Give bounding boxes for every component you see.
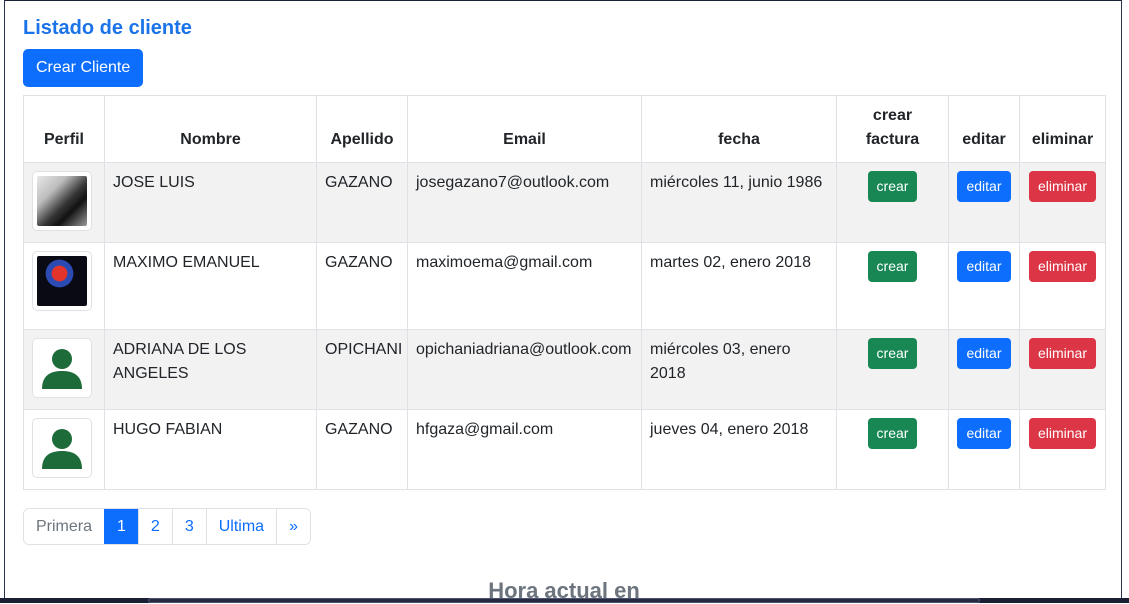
pagination-page-2[interactable]: 2 <box>137 509 172 544</box>
pagination-last[interactable]: Ultima <box>205 509 277 544</box>
avatar[interactable] <box>32 338 92 398</box>
delete-button[interactable]: eliminar <box>1028 251 1096 282</box>
pagination: Primera 1 2 3 Ultima » <box>23 508 311 545</box>
taskbar-pill <box>148 598 980 603</box>
avatar[interactable] <box>32 251 92 311</box>
cell-nombre: HUGO FABIAN <box>104 409 317 490</box>
cell-crear-factura: crear <box>836 409 949 490</box>
cell-nombre: ADRIANA DE LOS ANGELES <box>104 329 317 410</box>
cell-editar: editar <box>948 242 1020 330</box>
user-icon <box>37 423 87 473</box>
cell-nombre: MAXIMO EMANUEL <box>104 242 317 330</box>
create-invoice-button[interactable]: crear <box>867 418 918 449</box>
cell-nombre: JOSE LUIS <box>104 162 317 243</box>
cell-email: hfgaza@gmail.com <box>407 409 642 490</box>
avatar[interactable] <box>32 418 92 478</box>
header-nombre: Nombre <box>104 95 317 163</box>
table-row: JOSE LUIS GAZANO josegazano7@outlook.com mi… <box>23 162 1106 243</box>
cell-crear-factura: crear <box>836 162 949 243</box>
create-invoice-button[interactable]: crear <box>867 171 918 202</box>
profile-photo <box>37 256 87 306</box>
table-row: HUGO FABIAN GAZANO hfgaza@gmail.com jueves … <box>23 409 1106 490</box>
taskbar-strip <box>0 598 1129 603</box>
header-perfil: Perfil <box>23 95 105 163</box>
delete-button[interactable]: eliminar <box>1028 418 1096 449</box>
user-icon <box>37 343 87 393</box>
delete-button[interactable]: eliminar <box>1028 338 1096 369</box>
pagination-first[interactable]: Primera <box>24 509 105 544</box>
cell-email: josegazano7@outlook.com <box>407 162 642 243</box>
clients-table: Perfil Nombre Apellido Email fecha crear… <box>23 95 1106 490</box>
create-invoice-button[interactable]: crear <box>867 251 918 282</box>
table-row: ADRIANA DE LOS ANGELES OPICHANI opichaniad… <box>23 329 1106 410</box>
cell-fecha: miércoles 03, enero 2018 <box>641 329 837 410</box>
cell-editar: editar <box>948 409 1020 490</box>
create-client-button[interactable]: Crear Cliente <box>23 49 144 87</box>
edit-button[interactable]: editar <box>957 338 1011 369</box>
pagination-page-1[interactable]: 1 <box>104 509 138 544</box>
cell-apellido: GAZANO <box>316 409 408 490</box>
header-fecha: fecha <box>641 95 837 163</box>
edit-button[interactable]: editar <box>957 418 1011 449</box>
cell-fecha: martes 02, enero 2018 <box>641 242 837 330</box>
header-eliminar: eliminar <box>1019 95 1106 163</box>
header-crear-factura: crear factura <box>836 95 949 163</box>
cell-apellido: OPICHANI <box>316 329 408 410</box>
cell-perfil <box>23 329 105 410</box>
cell-eliminar: eliminar <box>1019 409 1106 490</box>
header-editar: editar <box>948 95 1020 163</box>
cell-perfil <box>23 409 105 490</box>
edit-button[interactable]: editar <box>957 171 1011 202</box>
create-invoice-button[interactable]: crear <box>867 338 918 369</box>
profile-photo <box>37 176 87 226</box>
cell-crear-factura: crear <box>836 329 949 410</box>
cell-eliminar: eliminar <box>1019 162 1106 243</box>
cell-perfil <box>23 162 105 243</box>
pagination-page-3[interactable]: 3 <box>171 509 206 544</box>
pagination-next[interactable]: » <box>276 509 310 544</box>
cell-perfil <box>23 242 105 330</box>
header-apellido: Apellido <box>316 95 408 163</box>
delete-button[interactable]: eliminar <box>1028 171 1096 202</box>
edit-button[interactable]: editar <box>957 251 1011 282</box>
table-row: MAXIMO EMANUEL GAZANO maximoema@gmail.com m… <box>23 242 1106 330</box>
cell-email: maximoema@gmail.com <box>407 242 642 330</box>
table-header-row: Perfil Nombre Apellido Email fecha crear… <box>23 95 1106 163</box>
avatar[interactable] <box>32 171 92 231</box>
header-email: Email <box>407 95 642 163</box>
cell-email: opichaniadriana@outlook.com <box>407 329 642 410</box>
cell-fecha: miércoles 11, junio 1986 <box>641 162 837 243</box>
cell-eliminar: eliminar <box>1019 242 1106 330</box>
cell-eliminar: eliminar <box>1019 329 1106 410</box>
cell-apellido: GAZANO <box>316 162 408 243</box>
cell-editar: editar <box>948 162 1020 243</box>
cell-editar: editar <box>948 329 1020 410</box>
cell-apellido: GAZANO <box>316 242 408 330</box>
cell-crear-factura: crear <box>836 242 949 330</box>
page-title: Listado de cliente <box>23 17 192 39</box>
cell-fecha: jueves 04, enero 2018 <box>641 409 837 490</box>
